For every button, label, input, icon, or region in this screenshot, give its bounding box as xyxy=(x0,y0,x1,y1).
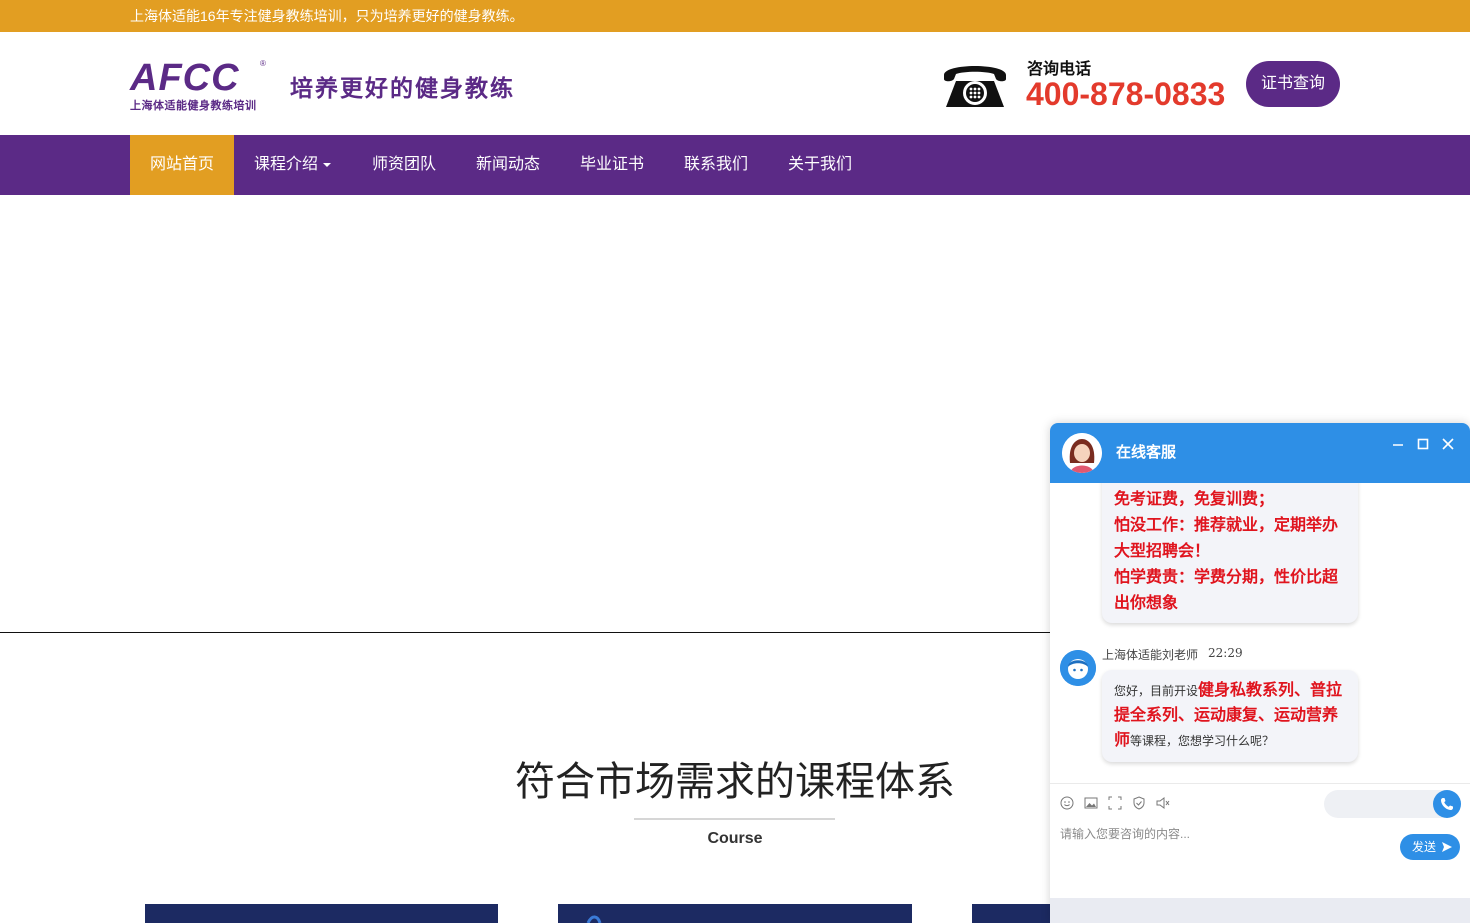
phone-icon xyxy=(1441,798,1453,810)
chat-composer: 发送 xyxy=(1050,783,1470,898)
emoji-icon[interactable] xyxy=(1060,796,1074,810)
nav-item-contact[interactable]: 联系我们 xyxy=(664,135,768,195)
send-button-label: 发送 xyxy=(1412,840,1437,854)
message-line: 免考证费，免复训费； xyxy=(1114,491,1275,508)
nav-item-label: 新闻动态 xyxy=(476,156,541,173)
nav-item-teachers[interactable]: 师资团队 xyxy=(352,135,456,195)
course-card[interactable] xyxy=(972,904,1050,923)
course-card-graphic xyxy=(586,915,602,923)
close-icon[interactable] xyxy=(1441,437,1455,451)
message-line: 怕没工作：推荐就业，定期举办大型招聘会！ xyxy=(1114,517,1339,560)
section-divider xyxy=(634,818,835,820)
hotline-number[interactable]: 400-878-0833 xyxy=(1026,76,1225,112)
top-announcement-bar: 上海体适能16年专注健身教练培训，只为培养更好的健身教练。 xyxy=(0,0,1470,32)
maximize-icon[interactable] xyxy=(1416,437,1430,451)
chevron-down-icon xyxy=(323,162,332,167)
screenshot-icon[interactable] xyxy=(1108,796,1122,810)
course-card[interactable] xyxy=(558,904,912,923)
nav-item-label: 师资团队 xyxy=(372,156,437,173)
telephone-icon xyxy=(944,66,1006,107)
minimize-icon[interactable] xyxy=(1391,437,1405,451)
message-text: 等课程，您想学习什么呢？ xyxy=(1130,734,1275,748)
nav-item-about[interactable]: 关于我们 xyxy=(768,135,872,195)
agent-name: 上海体适能刘老师 xyxy=(1102,648,1199,662)
nav-item-label: 联系我们 xyxy=(684,156,749,173)
main-nav: 网站首页 课程介绍 师资团队 新闻动态 毕业证书 联系我们 关于我们 xyxy=(0,135,1470,195)
chat-message-bubble: 您好，目前开设健身私教系列、普拉提全系列、运动康复、运动营养师等课程，您想学习什… xyxy=(1102,670,1358,762)
nav-item-label: 毕业证书 xyxy=(580,156,645,173)
chat-message-input[interactable] xyxy=(1060,824,1390,844)
chat-footer-strip xyxy=(1050,898,1470,923)
message-timestamp: 22:29 xyxy=(1208,646,1243,660)
chat-message-bubble: 免考证费，免复训费； 怕没工作：推荐就业，定期举办大型招聘会！ 怕学费贵：学费分… xyxy=(1102,483,1358,623)
chat-title: 在线客服 xyxy=(1116,444,1177,461)
certificate-lookup-button[interactable]: 证书查询 xyxy=(1246,61,1340,107)
logo-registered-mark: ® xyxy=(260,59,266,68)
send-button[interactable]: 发送 xyxy=(1400,834,1460,860)
logo-subtitle: 上海体适能健身教练培训 xyxy=(130,100,257,112)
image-icon[interactable] xyxy=(1084,796,1098,810)
rating-icon[interactable] xyxy=(1132,796,1146,810)
logo-wordmark: AFCC xyxy=(130,57,240,99)
sound-off-icon[interactable] xyxy=(1156,796,1170,810)
announcement-text: 上海体适能16年专注健身教练培训，只为培养更好的健身教练。 xyxy=(130,8,524,24)
send-icon xyxy=(1442,842,1452,852)
header-slogan: 培养更好的健身教练 xyxy=(290,75,515,101)
nav-item-courses[interactable]: 课程介绍 xyxy=(234,135,351,195)
message-line: 怕学费贵：学费分期，性价比超出你想象 xyxy=(1114,569,1339,612)
nav-item-certificates[interactable]: 毕业证书 xyxy=(560,135,664,195)
site-header: AFCC ® 上海体适能健身教练培训 培养更好的健身教练 咨询电话 400-87… xyxy=(0,32,1470,135)
nav-item-label: 课程介绍 xyxy=(254,156,319,173)
nav-item-label: 关于我们 xyxy=(788,156,853,173)
voice-call-button[interactable] xyxy=(1433,790,1461,818)
chat-header: 在线客服 xyxy=(1050,423,1470,483)
chat-messages: 免考证费，免复训费； 怕没工作：推荐就业，定期举办大型招聘会！ 怕学费贵：学费分… xyxy=(1050,483,1470,783)
nav-item-news[interactable]: 新闻动态 xyxy=(456,135,560,195)
live-chat-widget: 在线客服 免考证费，免复训费； 怕没工作：推荐就业，定期举办大型招聘会！ 怕学费… xyxy=(1050,423,1470,923)
support-avatar xyxy=(1062,433,1102,473)
nav-item-label: 网站首页 xyxy=(150,156,215,173)
site-logo[interactable]: AFCC ® 上海体适能健身教练培训 xyxy=(130,59,270,115)
message-text: 您好，目前开设 xyxy=(1114,684,1199,698)
agent-avatar xyxy=(1060,650,1096,686)
nav-item-home[interactable]: 网站首页 xyxy=(130,135,235,195)
course-card[interactable] xyxy=(145,904,498,923)
